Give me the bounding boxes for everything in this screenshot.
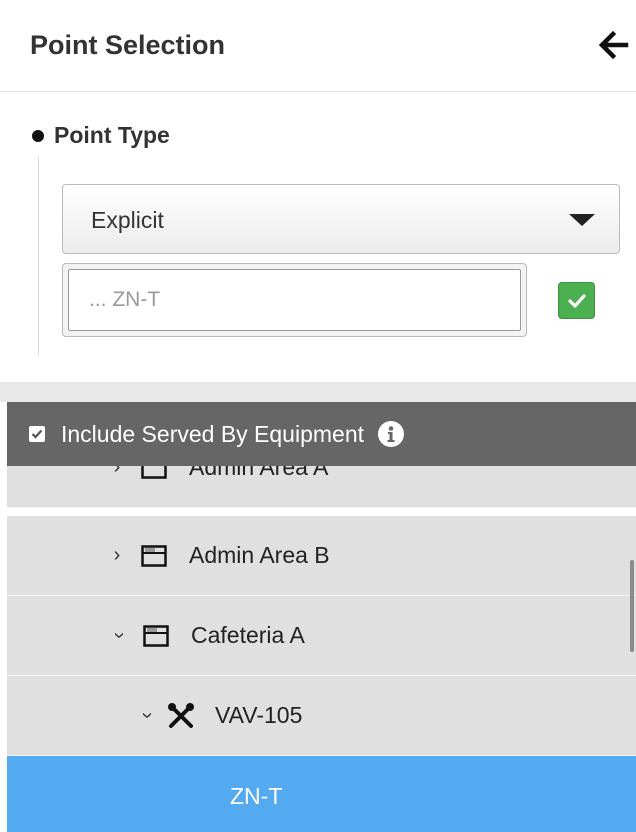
tree-item-label: Admin Area A — [189, 466, 329, 480]
arrow-left-icon[interactable] — [596, 28, 630, 62]
panel-header: Point Selection — [0, 0, 636, 92]
tree-item-admin-area-b[interactable]: › Admin Area B — [7, 516, 636, 596]
tree-item-label: ZN-T — [230, 782, 283, 809]
tree-item-admin-area-a[interactable]: › Admin Area A — [7, 466, 636, 508]
area-icon — [141, 466, 167, 479]
tree-item-cafeteria-a[interactable]: › Cafeteria A — [7, 596, 636, 676]
point-type-heading: Point Type — [32, 122, 170, 149]
equipment-tree: › Admin Area A › Admin Area B › Cafeteri… — [7, 466, 636, 832]
tree-item-label: VAV-105 — [215, 702, 303, 728]
point-type-select[interactable]: Explicit — [62, 184, 620, 254]
bullet-icon — [32, 129, 44, 142]
point-name-input[interactable] — [68, 269, 521, 331]
tree-item-label: Admin Area B — [189, 542, 330, 568]
point-type-label: Point Type — [54, 122, 170, 148]
tree-item-label: Cafeteria A — [191, 622, 305, 648]
page-title: Point Selection — [30, 30, 226, 60]
area-icon — [141, 544, 167, 567]
confirm-button[interactable] — [558, 282, 595, 319]
caret-down-icon — [569, 214, 595, 226]
point-type-selected-value: Explicit — [91, 207, 164, 233]
equipment-tools-icon — [167, 702, 195, 730]
include-served-label: Include Served By Equipment — [61, 420, 365, 447]
chevron-down-icon[interactable]: › — [108, 626, 131, 646]
tree-item-vav-105[interactable]: › VAV-105 — [7, 676, 636, 756]
chevron-right-icon[interactable]: › — [107, 544, 127, 567]
point-type-section: Point Type Explicit — [0, 92, 636, 382]
include-served-checkbox[interactable] — [29, 426, 45, 442]
tree-item-zn-t[interactable]: ZN-T — [7, 756, 636, 832]
checkmark-icon — [567, 293, 586, 308]
tree-scrollbar[interactable] — [630, 560, 634, 652]
point-name-input-wrapper — [62, 263, 527, 337]
include-served-bar: Include Served By Equipment — [7, 402, 636, 466]
separator-strip — [0, 382, 636, 402]
chevron-right-icon[interactable]: › — [107, 466, 127, 479]
divider — [38, 156, 39, 356]
info-icon[interactable] — [378, 421, 405, 447]
area-icon — [143, 624, 169, 647]
chevron-down-icon[interactable]: › — [136, 706, 159, 726]
checkmark-icon — [31, 429, 43, 439]
